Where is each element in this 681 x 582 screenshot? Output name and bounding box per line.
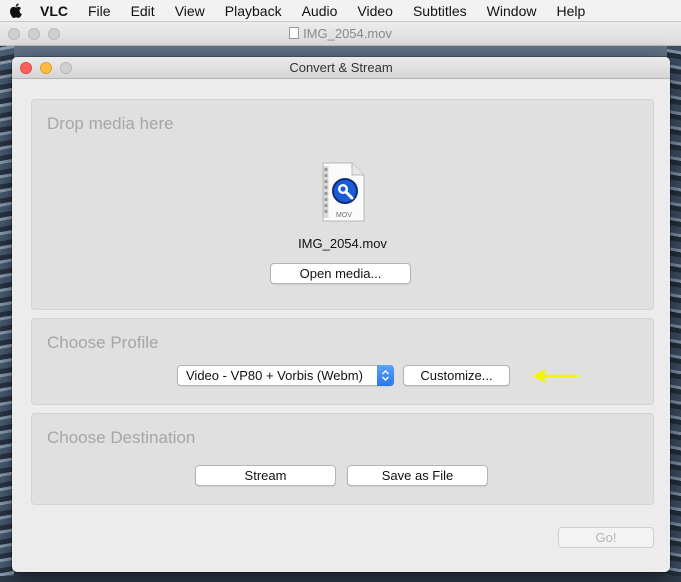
convert-stream-dialog: Convert & Stream Drop media here MOV IMG… (12, 57, 670, 572)
drop-media-heading: Drop media here (47, 114, 174, 133)
annotation-arrow-icon (532, 369, 579, 383)
go-button[interactable]: Go! (558, 527, 654, 548)
background-window-title: IMG_2054.mov (0, 26, 681, 41)
drop-media-panel[interactable]: Drop media here MOV IMG_2054.mov Open me… (31, 99, 654, 310)
quicktime-file-icon: MOV (322, 162, 365, 222)
menu-file[interactable]: File (78, 0, 121, 22)
file-type-label: MOV (336, 212, 352, 219)
popup-arrows-icon (377, 365, 394, 386)
choose-destination-panel: Choose Destination Stream Save as File (31, 413, 654, 505)
menu-edit[interactable]: Edit (121, 0, 165, 22)
menu-playback[interactable]: Playback (215, 0, 292, 22)
save-as-file-button[interactable]: Save as File (347, 465, 488, 486)
choose-profile-panel: Choose Profile Video - VP80 + Vorbis (We… (31, 318, 654, 405)
open-media-button[interactable]: Open media... (270, 263, 411, 284)
profile-select-value: Video - VP80 + Vorbis (Webm) (186, 368, 363, 383)
menu-view[interactable]: View (165, 0, 215, 22)
menu-video[interactable]: Video (347, 0, 403, 22)
profile-select[interactable]: Video - VP80 + Vorbis (Webm) (177, 365, 394, 386)
media-file-name: IMG_2054.mov (298, 236, 387, 251)
menu-subtitles[interactable]: Subtitles (403, 0, 477, 22)
stream-button[interactable]: Stream (195, 465, 336, 486)
menu-app-vlc[interactable]: VLC (30, 0, 78, 22)
desktop-background-bottom (0, 576, 681, 582)
apple-icon[interactable] (0, 0, 30, 22)
document-icon (289, 27, 300, 39)
dialog-titlebar[interactable]: Convert & Stream (12, 57, 670, 79)
menu-help[interactable]: Help (546, 0, 595, 22)
choose-profile-heading: Choose Profile (47, 333, 159, 352)
background-window-titlebar: IMG_2054.mov (0, 22, 681, 46)
menu-bar: VLC File Edit View Playback Audio Video … (0, 0, 681, 22)
customize-button[interactable]: Customize... (403, 365, 510, 386)
dialog-title: Convert & Stream (289, 60, 393, 75)
menu-window[interactable]: Window (477, 0, 547, 22)
menu-audio[interactable]: Audio (292, 0, 348, 22)
background-window-title-text: IMG_2054.mov (303, 26, 392, 41)
choose-destination-heading: Choose Destination (47, 428, 196, 447)
